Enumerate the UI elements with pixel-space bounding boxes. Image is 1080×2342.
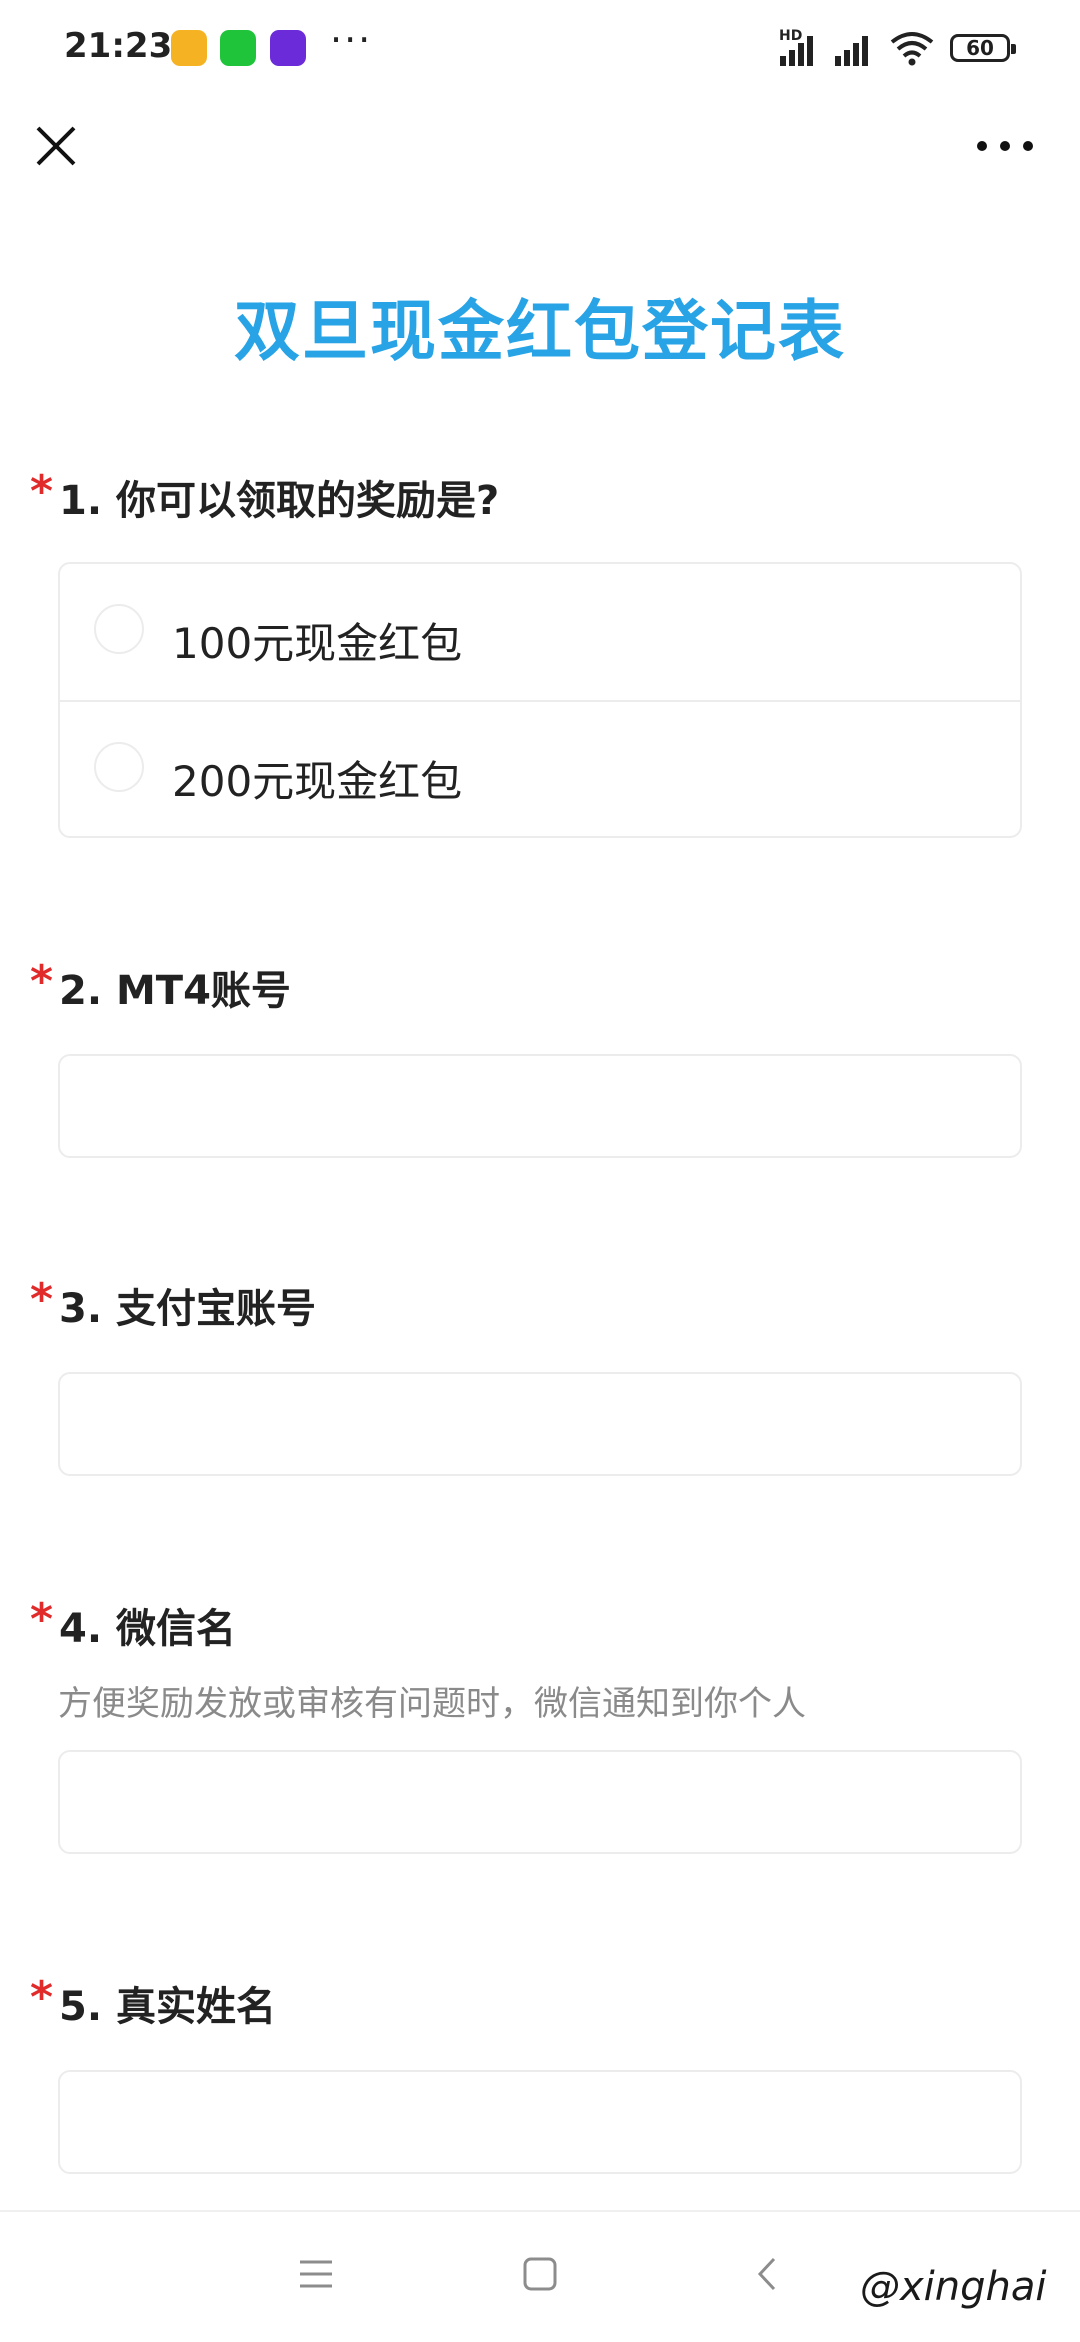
question-1-label: * 1. 你可以领取的奖励是? <box>30 466 500 526</box>
question-number: 1. <box>59 478 103 524</box>
question-number: 2. <box>59 968 103 1014</box>
wechat-name-field[interactable] <box>58 1750 1022 1854</box>
signal-icon-2 <box>835 36 868 66</box>
more-icon[interactable] <box>970 120 1040 172</box>
video-app-icon <box>270 30 306 66</box>
question-text: 支付宝账号 <box>115 1286 316 1332</box>
option-label: 200元现金红包 <box>172 757 463 806</box>
option-label: 100元现金红包 <box>172 619 463 668</box>
status-time: 21:23 <box>64 26 173 66</box>
required-star: * <box>30 466 54 517</box>
alipay-account-field[interactable] <box>58 1372 1022 1476</box>
question-text: 你可以领取的奖励是? <box>115 478 500 524</box>
back-icon[interactable] <box>752 2256 782 2292</box>
wechat-name-input[interactable] <box>60 1752 1020 1852</box>
close-icon[interactable] <box>30 120 82 172</box>
question-3-label: * 3. 支付宝账号 <box>30 1274 316 1334</box>
question-text: MT4账号 <box>115 968 291 1014</box>
battery-icon: 60 <box>950 34 1016 62</box>
alipay-account-input[interactable] <box>60 1374 1020 1474</box>
home-icon[interactable] <box>522 2256 558 2292</box>
question-number: 3. <box>59 1286 103 1332</box>
question-4-label: * 4. 微信名 <box>30 1594 236 1654</box>
status-overflow-icon: ··· <box>330 18 373 62</box>
question-text: 微信名 <box>115 1606 236 1652</box>
radio-button[interactable] <box>94 742 144 792</box>
wifi-icon <box>890 32 934 66</box>
question-5-label: * 5. 真实姓名 <box>30 1972 276 2032</box>
watermark: @xinghai <box>860 2264 1047 2310</box>
form-title: 双旦现金红包登记表 <box>234 293 846 370</box>
option-200-yuan[interactable]: 200元现金红包 <box>60 700 1020 838</box>
signal-icon <box>780 36 813 66</box>
real-name-input[interactable] <box>60 2072 1020 2172</box>
question-4-hint: 方便奖励发放或审核有问题时，微信通知到你个人 <box>58 1684 806 1724</box>
question-number: 4. <box>59 1606 103 1652</box>
iqiyi-app-icon <box>220 30 256 66</box>
question-number: 5. <box>59 1984 103 2030</box>
real-name-field[interactable] <box>58 2070 1022 2174</box>
required-star: * <box>30 1274 54 1325</box>
mt4-account-field[interactable] <box>58 1054 1022 1158</box>
question-2-label: * 2. MT4账号 <box>30 956 291 1016</box>
required-star: * <box>30 956 54 1007</box>
required-star: * <box>30 1594 54 1645</box>
status-bar: 21:23 ··· HD 60 <box>0 0 1080 100</box>
reward-options: 100元现金红包 200元现金红包 <box>58 562 1022 838</box>
menu-icon[interactable] <box>298 2256 334 2292</box>
messages-app-icon <box>171 30 207 66</box>
radio-button[interactable] <box>94 604 144 654</box>
system-nav-bar: @xinghai <box>0 2210 1080 2342</box>
required-star: * <box>30 1972 54 2023</box>
option-100-yuan[interactable]: 100元现金红包 <box>60 564 1020 700</box>
question-text: 真实姓名 <box>115 1984 276 2030</box>
mt4-account-input[interactable] <box>60 1056 1020 1156</box>
